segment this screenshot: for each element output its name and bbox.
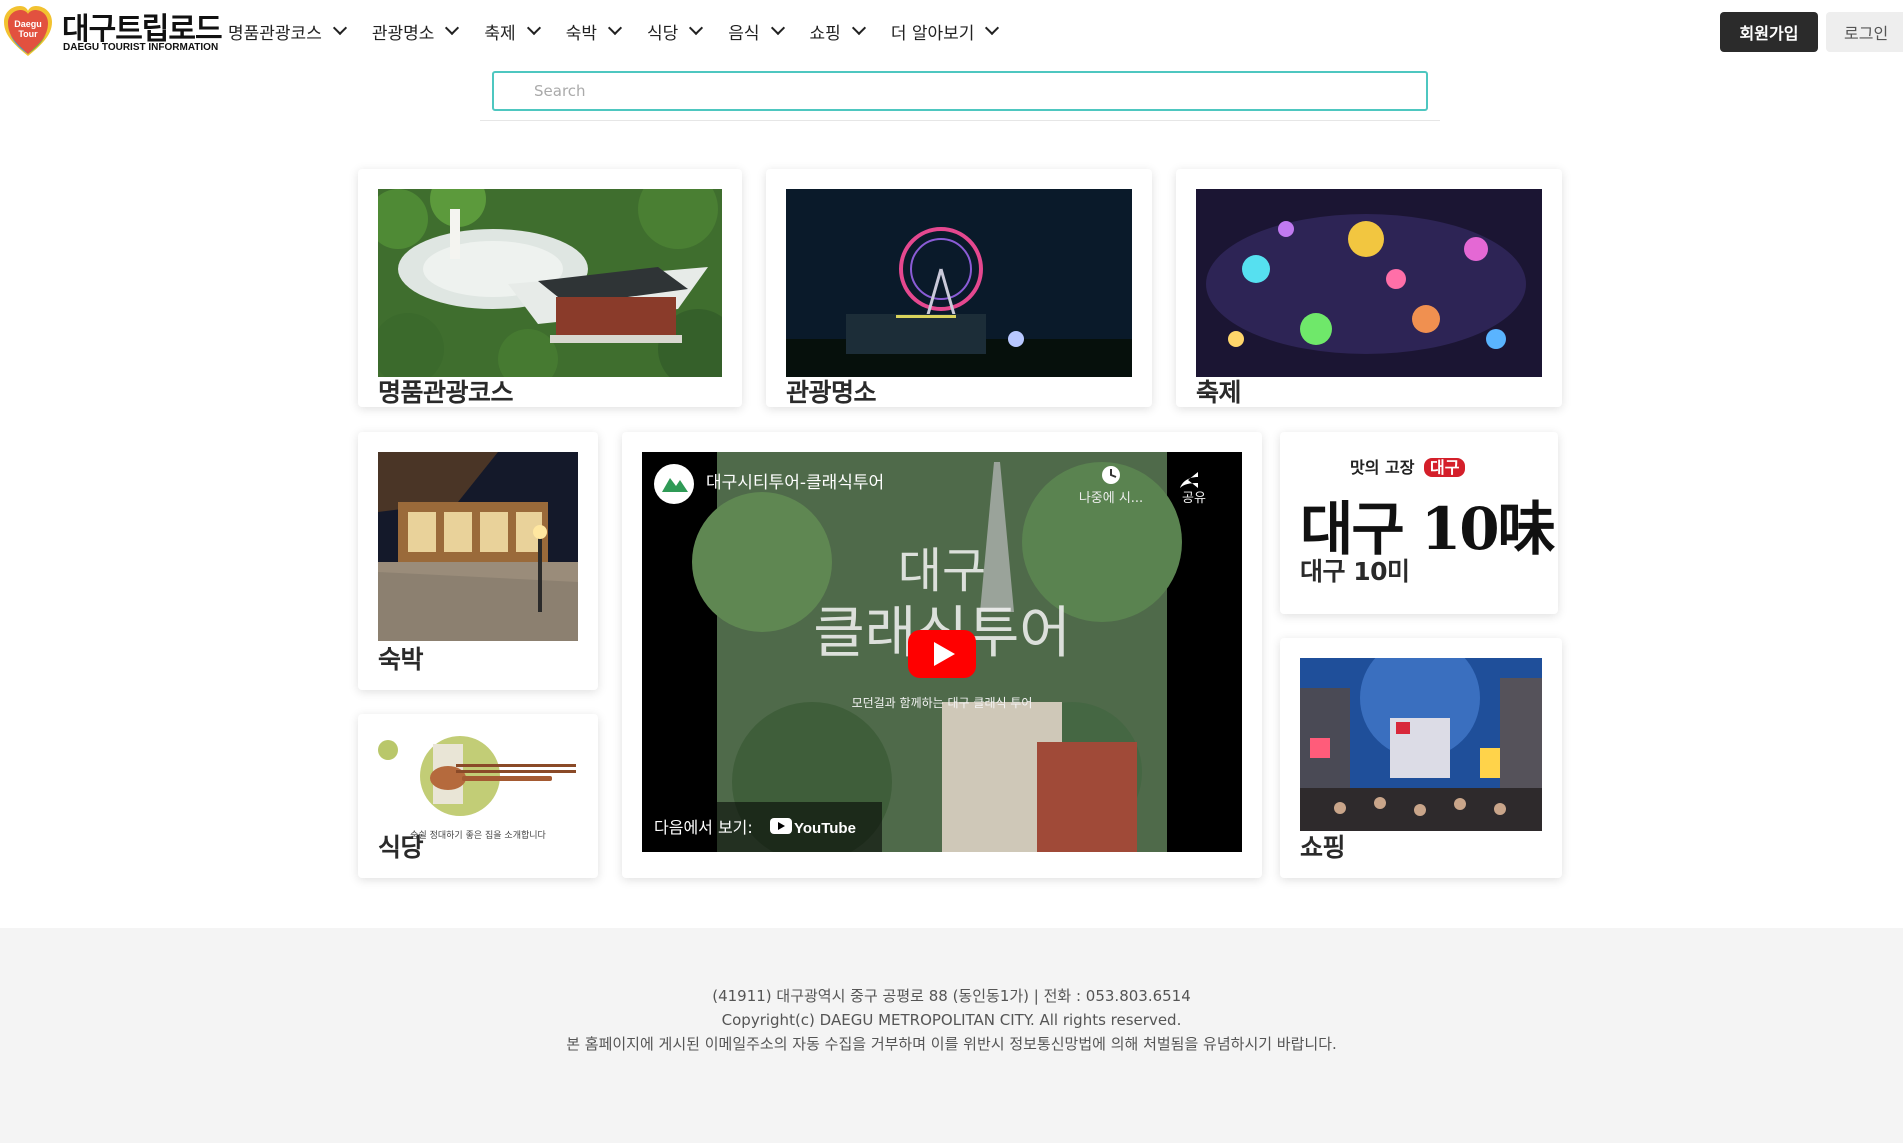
card-title: 쇼핑 (1300, 833, 1346, 862)
festival-lights-photo (1196, 189, 1542, 377)
svg-text:대구: 대구 (898, 543, 986, 599)
menu-item-label: 숙박 (565, 23, 597, 44)
tastes-tagline: 맛의 고장 대구 (1350, 454, 1466, 478)
signup-button[interactable]: 회원가입 (1720, 12, 1818, 52)
card-attractions[interactable]: 관광명소 (766, 169, 1152, 407)
card-title: 식당 (378, 833, 424, 862)
chevron-down-icon (445, 20, 460, 36)
video-player[interactable]: 대구 클래식투어 모던걸과 함께하는 대구 클래식 투어 대구시티투어-클래식투… (642, 452, 1242, 852)
menu-item-restaurant[interactable]: 식당 (646, 19, 704, 44)
menu-item-festival[interactable]: 축제 (484, 19, 541, 44)
card-title: 관광명소 (786, 378, 877, 407)
site-logo[interactable]: Daegu Tour 대구트립로드 DAEGU TOURIST INFORMAT… (0, 2, 223, 60)
chevron-down-icon (851, 20, 866, 36)
watch-on-label: 다음에서 보기: (654, 818, 753, 837)
svg-text:YouTube: YouTube (794, 820, 856, 837)
svg-text:모던걸과 함께하는 대구 클래식 투어: 모던걸과 함께하는 대구 클래식 투어 (852, 696, 1033, 710)
menu-item-label: 관광명소 (371, 23, 435, 44)
svg-text:Tour: Tour (18, 29, 38, 39)
card-video: 대구 클래식투어 모던걸과 함께하는 대구 클래식 투어 대구시티투어-클래식투… (622, 432, 1262, 878)
site-subtitle: DAEGU TOURIST INFORMATION (63, 42, 219, 53)
search-bar (480, 68, 1440, 121)
video-title: 대구시티투어-클래식투어 (706, 473, 884, 493)
card-restaurant[interactable]: 숨쉴 정대하기 좋은 집을 소개합니다 식당 (358, 714, 598, 878)
footer-address: (41911) 대구광역시 중구 공평로 88 (동인동1가) | 전화 : 0… (712, 987, 1191, 1005)
svg-text:Daegu: Daegu (14, 19, 42, 29)
card-title: 숙박 (378, 645, 424, 674)
card-festival[interactable]: 축제 (1176, 169, 1562, 407)
menu-item-food[interactable]: 음식 (728, 19, 785, 44)
footer-copyright: Copyright(c) DAEGU METROPOLITAN CITY. Al… (721, 1011, 1182, 1029)
chevron-down-icon (770, 20, 785, 36)
footer-text: (41911) 대구광역시 중구 공평로 88 (동인동1가) | 전화 : 0… (0, 984, 1903, 1056)
chevron-down-icon (985, 20, 1000, 36)
main-menu: 명품관광코스 관광명소 축제 숙박 식당 음식 쇼핑 더 알아보기 (228, 0, 1024, 62)
menu-item-label: 음식 (728, 23, 760, 44)
chevron-down-icon (689, 20, 704, 36)
chevron-down-icon (607, 20, 623, 36)
menu-item-course[interactable]: 명품관광코스 (228, 19, 347, 44)
menu-item-label: 축제 (484, 23, 516, 44)
temple-photo (378, 189, 722, 377)
card-title: 대구 10미 (1300, 557, 1410, 586)
card-shopping[interactable]: 쇼핑 (1280, 638, 1562, 878)
menu-item-label: 식당 (646, 23, 679, 44)
card-course[interactable]: 명품관광코스 (358, 169, 742, 407)
chevron-down-icon (526, 20, 541, 36)
search-input[interactable] (492, 71, 1428, 111)
card-tastes[interactable]: 맛의 고장 대구 대구 10味 대구 10미 (1280, 432, 1558, 614)
watch-later-label: 나중에 시... (1079, 491, 1143, 506)
share-label: 공유 (1182, 491, 1206, 506)
menu-item-label: 명품관광코스 (228, 23, 322, 44)
menu-item-label: 쇼핑 (809, 23, 841, 44)
menu-item-more[interactable]: 더 알아보기 (890, 19, 1000, 44)
card-title: 축제 (1196, 378, 1242, 407)
menu-item-shopping[interactable]: 쇼핑 (809, 19, 866, 44)
daegu-tour-heart-icon: Daegu Tour (4, 6, 52, 56)
svg-text:숨쉴 정대하기 좋은 집을 소개합니다: 숨쉴 정대하기 좋은 집을 소개합니다 (410, 829, 546, 841)
hanok-courtyard-photo (378, 452, 578, 641)
login-button[interactable]: 로그인 (1826, 12, 1903, 52)
footer-email-notice: 본 홈페이지에 게시된 이메일주소의 자동 수집을 거부하며 이를 위반시 정보… (566, 1035, 1337, 1053)
menu-item-lodging[interactable]: 숙박 (565, 19, 623, 44)
menu-item-label: 더 알아보기 (890, 23, 975, 44)
card-lodging[interactable]: 숙박 (358, 432, 598, 690)
site-footer: (41911) 대구광역시 중구 공평로 88 (동인동1가) | 전화 : 0… (0, 928, 1903, 1143)
ferris-wheel-night-photo (786, 189, 1132, 377)
chevron-down-icon (332, 20, 347, 36)
menu-item-attractions[interactable]: 관광명소 (371, 19, 460, 44)
top-navigation: Daegu Tour 대구트립로드 DAEGU TOURIST INFORMAT… (0, 0, 1903, 62)
shopping-street-photo (1300, 658, 1542, 831)
card-title: 명품관광코스 (378, 378, 514, 407)
daegu-badge: 대구 (1424, 458, 1466, 477)
